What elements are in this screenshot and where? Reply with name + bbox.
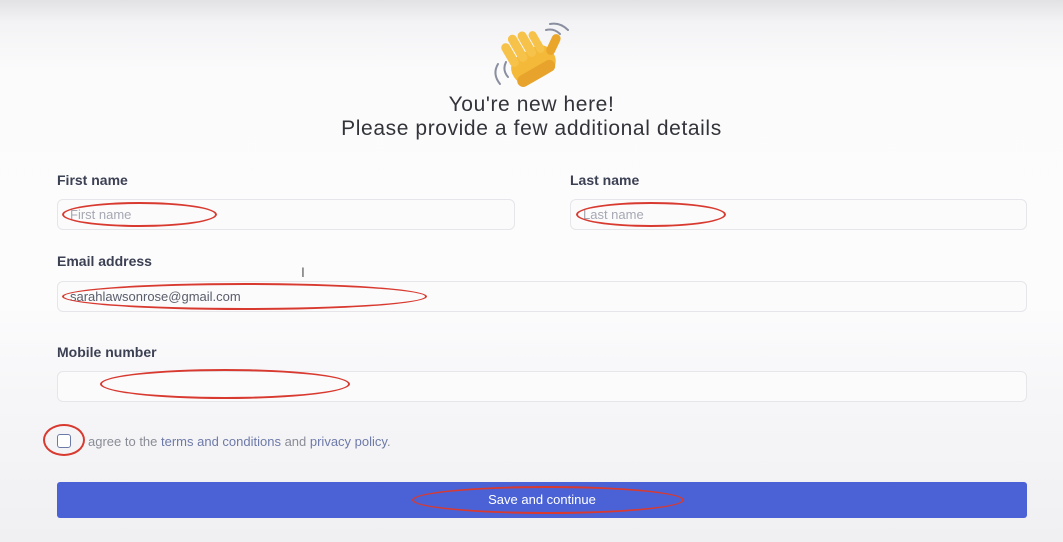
- waving-hand-icon: [494, 22, 569, 87]
- agree-middle: and: [280, 434, 310, 449]
- first-name-label: First name: [57, 172, 128, 188]
- save-and-continue-button[interactable]: Save and continue: [57, 482, 1027, 518]
- email-value: sarahlawsonrose@gmail.com: [70, 289, 241, 304]
- email-label: Email address: [57, 253, 152, 269]
- text-cursor-icon: I: [301, 264, 305, 280]
- agree-suffix: .: [386, 434, 391, 449]
- email-input[interactable]: sarahlawsonrose@gmail.com: [57, 281, 1027, 312]
- welcome-heading: You're new here!: [448, 93, 615, 116]
- save-and-continue-label: Save and continue: [488, 492, 596, 507]
- last-name-label: Last name: [570, 172, 640, 188]
- welcome-subheading: Please provide a few additional details: [341, 117, 722, 140]
- last-name-input[interactable]: Last name: [570, 199, 1027, 230]
- first-name-placeholder: First name: [70, 207, 132, 222]
- first-name-input[interactable]: First name: [57, 199, 515, 230]
- agree-text: agree to the terms and conditions and pr…: [88, 434, 391, 449]
- mobile-label: Mobile number: [57, 344, 157, 360]
- privacy-link[interactable]: privacy policy: [310, 434, 387, 449]
- last-name-placeholder: Last name: [583, 207, 644, 222]
- mobile-input[interactable]: [57, 371, 1027, 402]
- agree-prefix: agree to the: [88, 434, 161, 449]
- agree-checkbox[interactable]: [57, 434, 71, 448]
- terms-link[interactable]: terms and conditions: [161, 434, 281, 449]
